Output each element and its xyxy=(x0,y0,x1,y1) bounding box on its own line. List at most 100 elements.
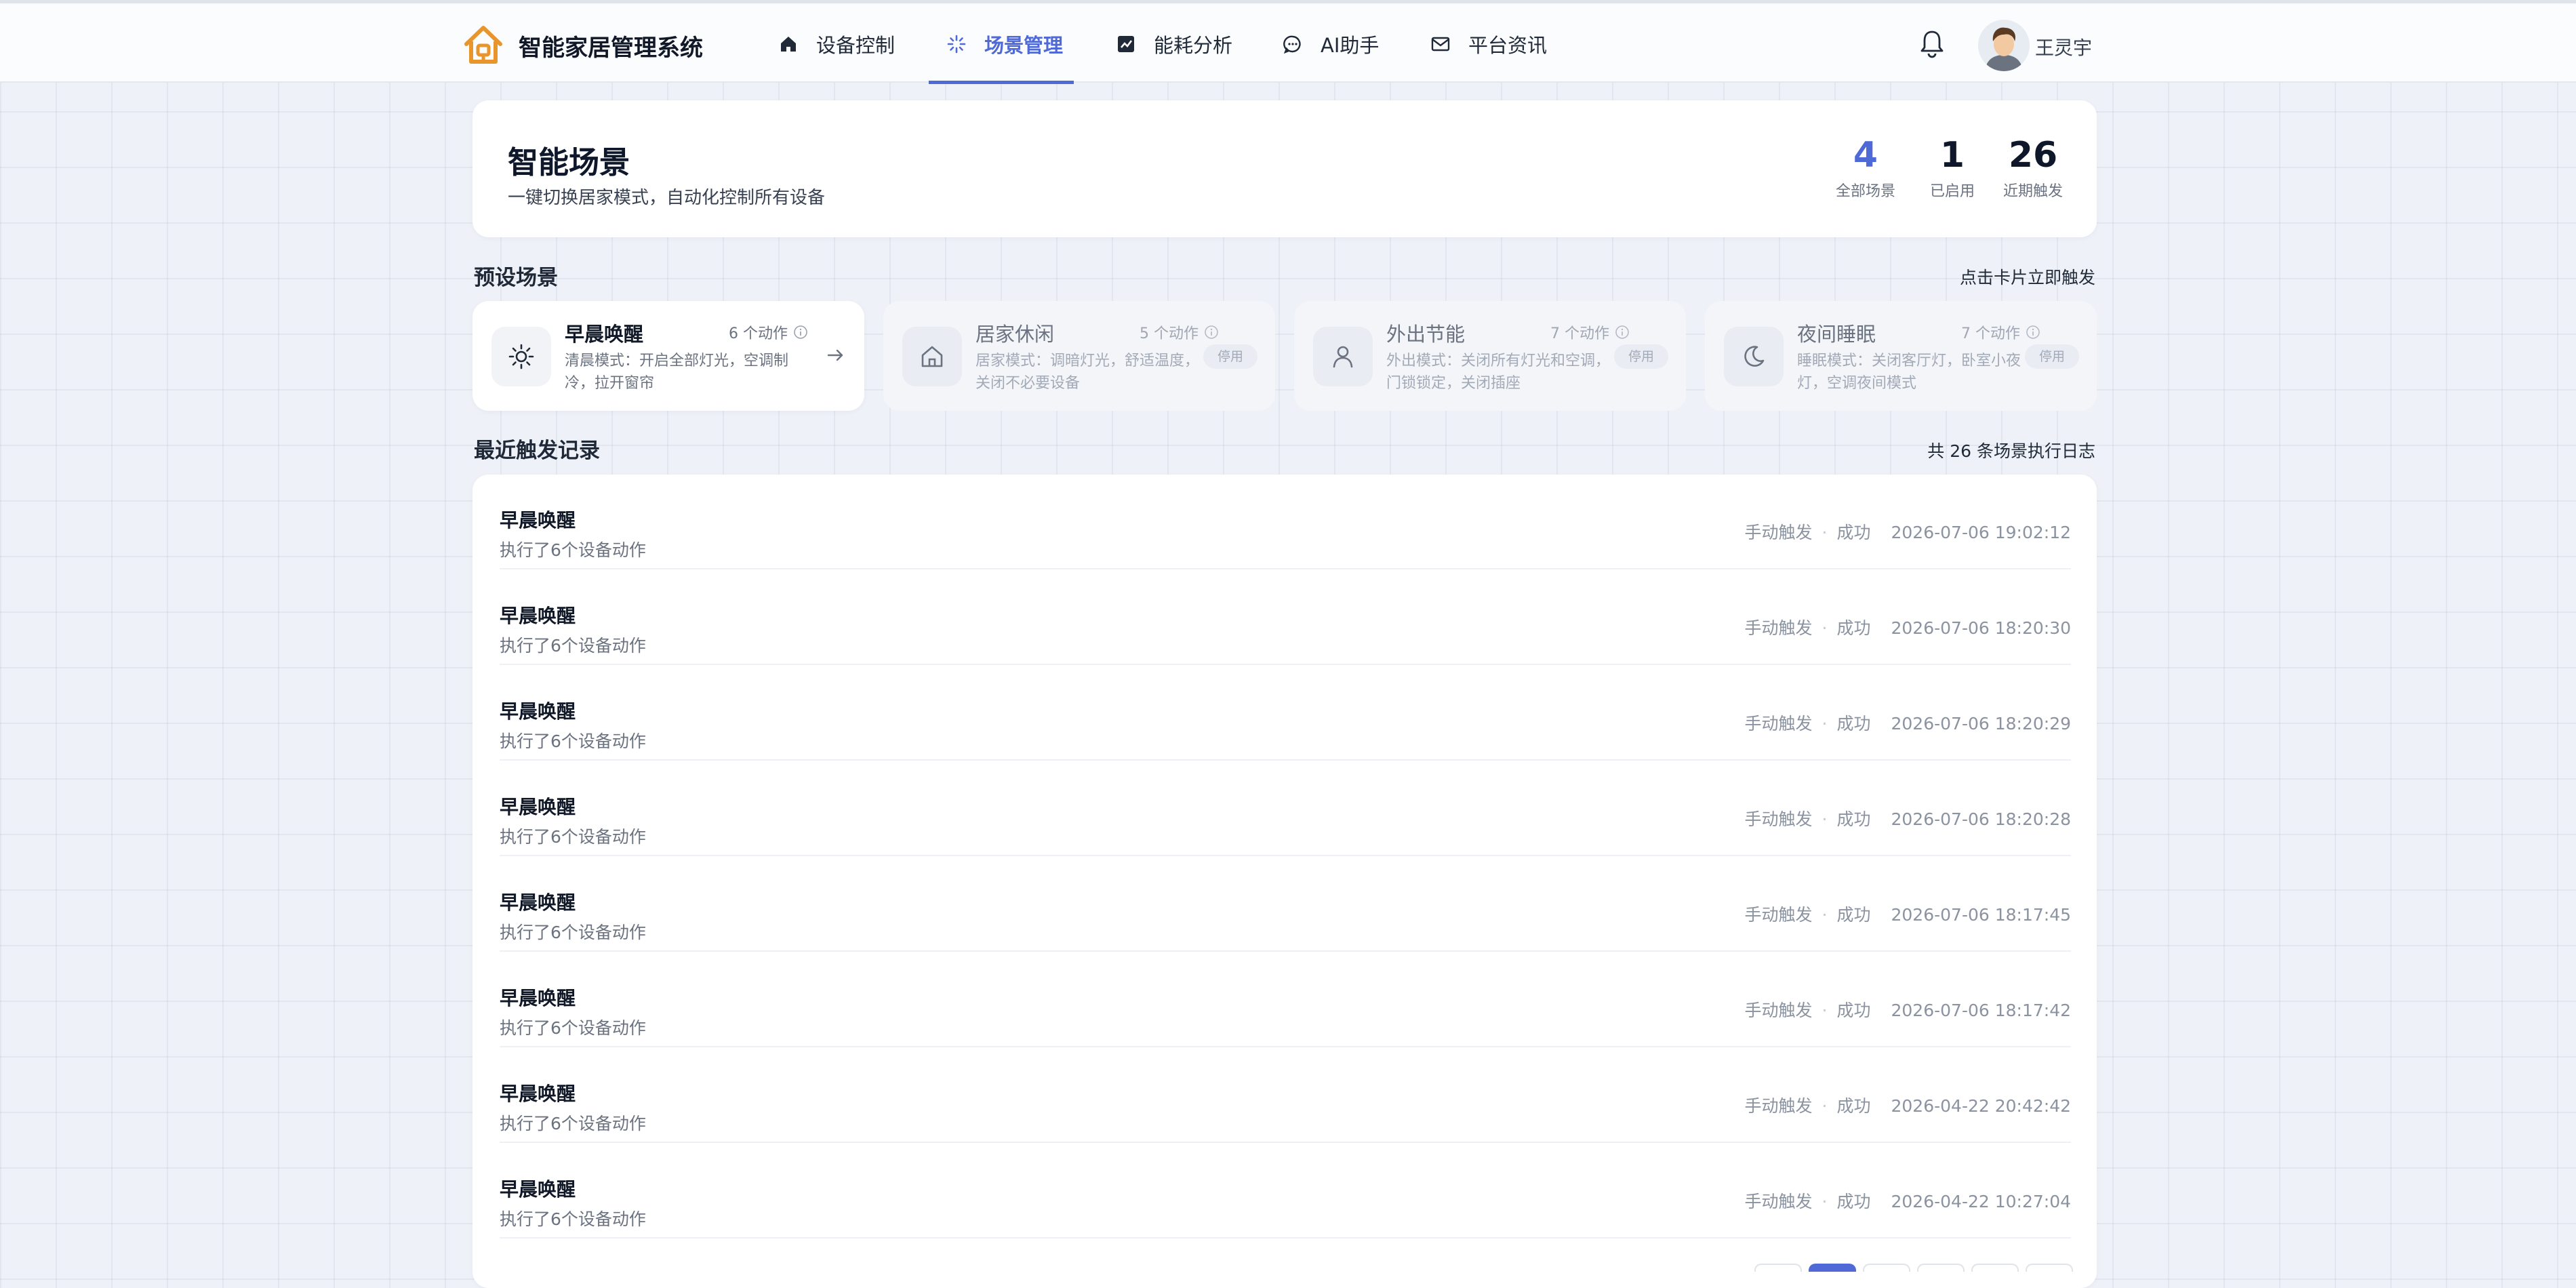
log-scene-name: 早晨唤醒 xyxy=(500,509,576,531)
log-time: 2026-07-06 19:02:12 xyxy=(1891,523,2071,542)
nav-label: 平台资讯 xyxy=(1468,34,1548,57)
log-scene-name: 早晨唤醒 xyxy=(500,987,576,1009)
log-time: 2026-07-06 18:17:45 xyxy=(1891,905,2071,925)
nav-scene-management[interactable]: 场景管理 xyxy=(946,31,1063,58)
pagination-next-button[interactable] xyxy=(2026,1264,2073,1272)
active-tab-indicator xyxy=(929,81,1074,84)
scene-action-count: 6 个动作 xyxy=(729,321,808,343)
pagination-page-button[interactable] xyxy=(1863,1264,1910,1272)
scene-card-home-leisure[interactable]: 居家休闲 5 个动作 居家模式：调暗灯光，舒适温度，关闭不必要设备 停用 xyxy=(883,301,1275,411)
log-trigger: 手动触发 xyxy=(1744,1001,1813,1020)
table-row[interactable]: 早晨唤醒 执行了6个设备动作 手动触发 · 成功 2026-07-06 18:20:3… xyxy=(500,570,2071,665)
pagination-page-button[interactable] xyxy=(1917,1264,1965,1272)
info-icon[interactable] xyxy=(1204,325,1219,340)
log-meta: 手动触发 · 成功 2026-07-06 19:02:12 xyxy=(1744,523,2072,542)
log-detail: 执行了6个设备动作 xyxy=(500,540,646,560)
log-scene-name: 早晨唤醒 xyxy=(500,1178,576,1201)
table-row[interactable]: 早晨唤醒 执行了6个设备动作 手动触发 · 成功 2026-04-22 20:42:4… xyxy=(500,1048,2071,1143)
log-trigger: 手动触发 xyxy=(1744,618,1813,638)
log-meta: 手动触发 · 成功 2026-07-06 18:20:29 xyxy=(1744,714,2072,733)
scene-card-morning[interactable]: 早晨唤醒 6 个动作 清晨模式：开启全部灯光，空调制冷，拉开窗帘 xyxy=(472,301,864,411)
scene-name: 早晨唤醒 xyxy=(565,323,644,346)
nav-label: AI助手 xyxy=(1321,34,1380,57)
scene-name: 居家休闲 xyxy=(975,323,1055,346)
top-navbar: 智能家居管理系统 设备控制 场景管理 能耗分析 AI助手 平台资讯 王灵宇 xyxy=(0,0,2576,84)
presets-hint: 点击卡片立即触发 xyxy=(1959,268,2095,287)
log-trigger: 手动触发 xyxy=(1744,1192,1813,1211)
nav-label: 能耗分析 xyxy=(1154,34,1233,57)
scene-card-night-sleep[interactable]: 夜间睡眠 7 个动作 睡眠模式：关闭客厅灯，卧室小夜灯，空调夜间模式 停用 xyxy=(1705,301,2097,411)
log-detail: 执行了6个设备动作 xyxy=(500,1018,646,1038)
scene-description: 外出模式：关闭所有灯光和空调，门锁锁定，关闭插座 xyxy=(1386,353,1611,392)
nav-energy-analysis[interactable]: 能耗分析 xyxy=(1116,31,1232,58)
sparkle-icon xyxy=(947,35,966,54)
arrow-right-icon[interactable] xyxy=(825,344,847,366)
scene-count-label: 6 个动作 xyxy=(729,325,788,342)
sun-icon xyxy=(508,344,534,369)
moon-icon xyxy=(1744,346,1765,367)
table-row[interactable]: 早晨唤醒 执行了6个设备动作 手动触发 · 成功 2026-07-06 18:17:4… xyxy=(500,857,2071,952)
user-name[interactable]: 王灵宇 xyxy=(2035,33,2092,60)
table-row[interactable]: 早晨唤醒 执行了6个设备动作 手动触发 · 成功 2026-07-06 18:20:2… xyxy=(500,666,2071,761)
log-trigger: 手动触发 xyxy=(1744,905,1813,925)
page-title: 智能场景 xyxy=(508,144,630,180)
table-row[interactable]: 早晨唤醒 执行了6个设备动作 手动触发 · 成功 2026-07-06 18:20:2… xyxy=(500,761,2071,856)
log-time: 2026-04-22 20:42:42 xyxy=(1891,1096,2071,1116)
disabled-badge: 停用 xyxy=(2025,344,2079,369)
log-status: 成功 xyxy=(1836,1001,1871,1020)
house-icon xyxy=(921,346,943,367)
pagination-page-button[interactable] xyxy=(1971,1264,2019,1272)
avatar[interactable] xyxy=(1978,20,2030,71)
pagination-prev-button[interactable] xyxy=(1754,1264,1802,1272)
scene-name: 夜间睡眠 xyxy=(1797,323,1876,346)
log-time: 2026-07-06 18:20:29 xyxy=(1891,714,2071,733)
person-icon xyxy=(1333,346,1353,368)
log-time: 2026-07-06 18:20:28 xyxy=(1891,809,2071,829)
stat-label: 全部场景 xyxy=(1835,183,1895,200)
nav-label: 场景管理 xyxy=(984,34,1064,57)
chart-icon xyxy=(1118,36,1134,52)
log-detail: 执行了6个设备动作 xyxy=(500,1114,646,1133)
info-icon[interactable] xyxy=(2026,325,2040,340)
nav-platform-news[interactable]: 平台资讯 xyxy=(1430,31,1547,58)
scene-card-away-saving[interactable]: 外出节能 7 个动作 外出模式：关闭所有灯光和空调，门锁锁定，关闭插座 停用 xyxy=(1294,301,1686,411)
nav-ai-assistant[interactable]: AI助手 xyxy=(1283,31,1379,58)
log-status: 成功 xyxy=(1836,1096,1871,1116)
log-trigger: 手动触发 xyxy=(1744,1096,1813,1116)
scene-count-label: 5 个动作 xyxy=(1140,325,1199,342)
table-row[interactable]: 早晨唤醒 执行了6个设备动作 手动触发 · 成功 2026-07-06 19:02:1… xyxy=(500,475,2071,569)
info-icon[interactable] xyxy=(1615,325,1630,340)
log-time: 2026-07-06 18:20:30 xyxy=(1891,618,2071,638)
nav-label: 设备控制 xyxy=(816,34,895,57)
page-subtitle: 一键切换居家模式，自动化控制所有设备 xyxy=(508,188,826,208)
log-scene-name: 早晨唤醒 xyxy=(500,891,576,914)
nav-device-control[interactable]: 设备控制 xyxy=(778,31,895,58)
stat-value: 26 xyxy=(2008,135,2058,176)
log-meta: 手动触发 · 成功 2026-07-06 18:20:30 xyxy=(1744,618,2072,638)
stat-total-scenes: 4 全部场景 xyxy=(1828,136,1903,201)
log-scene-name: 早晨唤醒 xyxy=(500,796,576,818)
logo-house-icon[interactable] xyxy=(462,24,504,66)
scene-icon-box xyxy=(491,327,551,386)
log-status: 成功 xyxy=(1836,618,1871,638)
table-row[interactable]: 早晨唤醒 执行了6个设备动作 手动触发 · 成功 2026-07-06 18:17:4… xyxy=(500,952,2071,1047)
info-icon[interactable] xyxy=(793,325,808,340)
scene-action-count: 7 个动作 xyxy=(1550,321,1630,343)
pagination-page-button[interactable] xyxy=(1809,1264,1856,1272)
scene-action-count: 7 个动作 xyxy=(1961,321,2040,343)
home-icon xyxy=(781,37,796,52)
logs-section-title: 最近触发记录 xyxy=(474,439,600,463)
stat-value: 4 xyxy=(1853,135,1878,176)
stat-label: 近期触发 xyxy=(2003,183,2063,200)
log-detail: 执行了6个设备动作 xyxy=(500,1209,646,1229)
log-scene-name: 早晨唤醒 xyxy=(500,1083,576,1105)
log-meta: 手动触发 · 成功 2026-07-06 18:17:45 xyxy=(1744,905,2072,925)
mail-icon xyxy=(1431,37,1450,52)
brand-title: 智能家居管理系统 xyxy=(519,35,703,62)
stat-value: 1 xyxy=(1939,135,1965,176)
table-row[interactable]: 早晨唤醒 执行了6个设备动作 手动触发 · 成功 2026-04-22 10:27:0… xyxy=(500,1144,2071,1239)
trigger-log-list: 早晨唤醒 执行了6个设备动作 手动触发 · 成功 2026-07-06 19:02:1… xyxy=(472,475,2097,1288)
log-time: 2026-04-22 10:27:04 xyxy=(1891,1192,2071,1211)
scene-count-label: 7 个动作 xyxy=(1550,325,1609,342)
bell-icon[interactable] xyxy=(1918,28,1946,58)
